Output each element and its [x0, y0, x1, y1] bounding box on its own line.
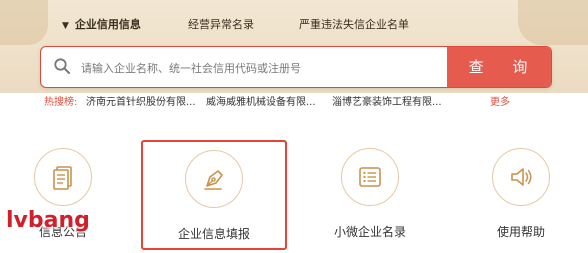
- tab-label: 经营异常名录: [188, 18, 254, 31]
- tab-abnormal-operation-list[interactable]: 经营异常名录: [188, 15, 254, 35]
- tile-icon-circle: [185, 150, 243, 208]
- tile-icon-circle: [34, 148, 92, 206]
- search-input[interactable]: [79, 47, 443, 87]
- search-bar: 查 询: [40, 46, 552, 88]
- tile-label: 小微企业名录: [333, 225, 406, 239]
- tab-label: 严重违法失信企业名单: [299, 18, 409, 31]
- hot-search-item[interactable]: 淄博艺豪装饰工程有限...: [332, 96, 442, 110]
- hot-search-label: 热搜榜:: [44, 97, 78, 108]
- more-link[interactable]: 更多: [490, 96, 510, 110]
- search-category-tabs: ▼ 企业信用信息 经营异常名录 严重违法失信企业名单: [0, 15, 588, 35]
- tab-serious-violation-list[interactable]: 严重违法失信企业名单: [299, 15, 409, 35]
- speaker-icon: [511, 168, 532, 186]
- tile-usage-help[interactable]: 使用帮助: [448, 140, 588, 250]
- pen-nib-icon: [204, 170, 223, 190]
- tile-small-micro-enterprise-list[interactable]: 小微企业名录: [297, 140, 443, 250]
- tab-enterprise-credit-info[interactable]: ▼ 企业信用信息: [62, 15, 141, 36]
- tab-label: 企业信用信息: [74, 18, 141, 31]
- watermark-logo: lvbang: [6, 208, 90, 233]
- tile-icon-circle: [341, 148, 399, 206]
- search-icon: [54, 58, 70, 74]
- document-icon: [53, 166, 72, 190]
- hot-search-item[interactable]: 威海威雅机械设备有限...: [206, 96, 316, 110]
- tile-label: 使用帮助: [496, 225, 545, 239]
- tile-icon-circle: [492, 148, 550, 206]
- tile-enterprise-info-report[interactable]: 企业信息填报: [141, 140, 287, 250]
- caret-down-icon: ▼: [62, 21, 69, 31]
- search-button[interactable]: 查 询: [447, 47, 551, 87]
- list-icon: [359, 167, 381, 187]
- tile-label: 企业信息填报: [177, 227, 250, 241]
- hot-search-bar: 热搜榜: 济南元首针织股份有限... 威海威雅机械设备有限... 淄博艺豪装饰工…: [44, 96, 564, 110]
- header-banner: ▼ 企业信用信息 经营异常名录 严重违法失信企业名单 查 询: [0, 0, 588, 93]
- tile-information-notice[interactable]: 信息公告: [0, 140, 136, 250]
- hot-search-item[interactable]: 济南元首针织股份有限...: [86, 96, 196, 110]
